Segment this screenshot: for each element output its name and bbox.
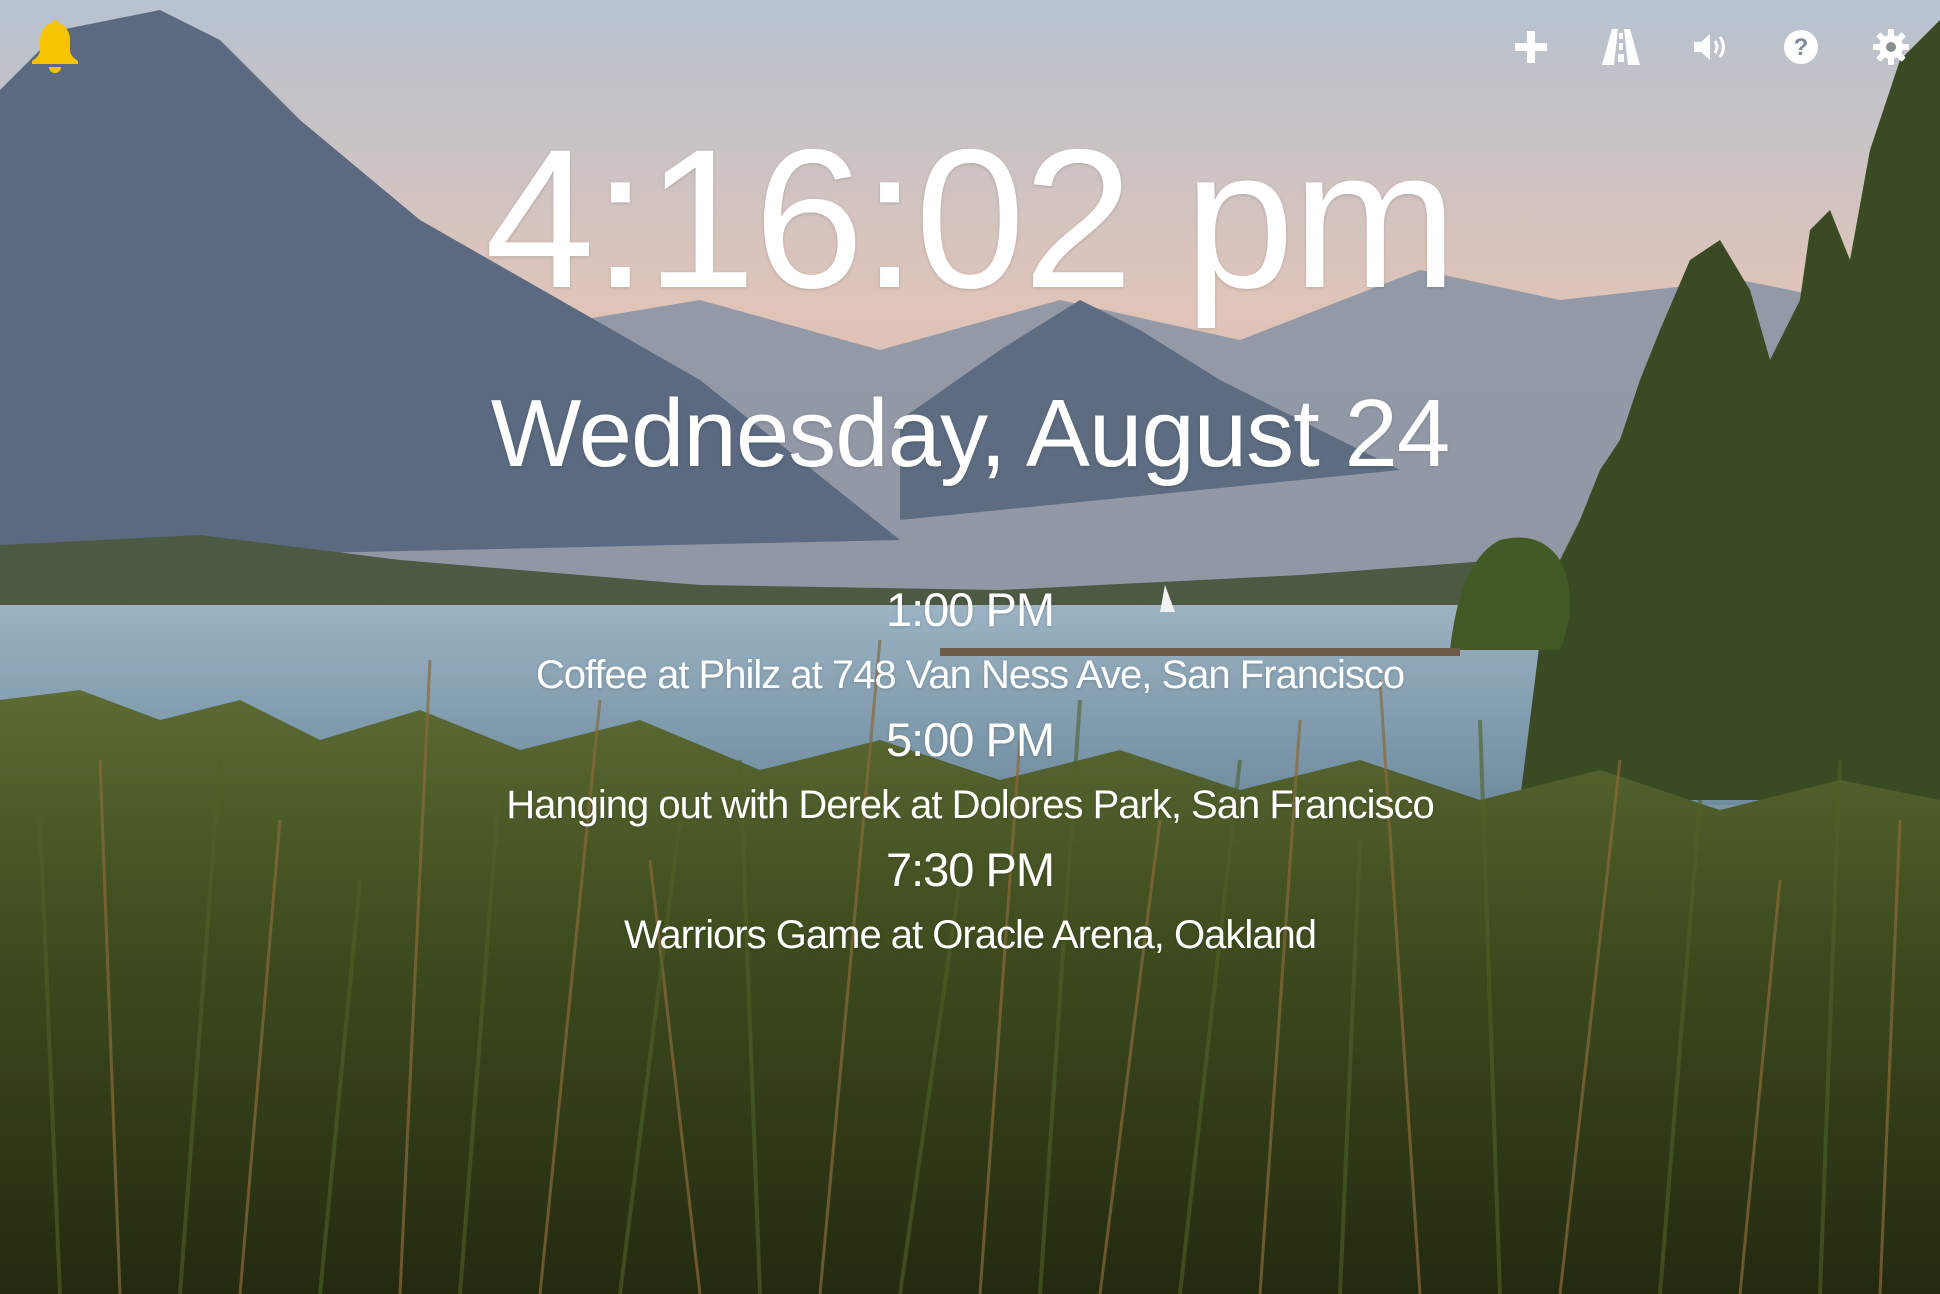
event-item[interactable]: 1:00 PM Coffee at Philz at 748 Van Ness … <box>0 578 1940 708</box>
bell-icon-svg <box>32 20 78 73</box>
screen: ? 4:16:02 pm Wednesday, August 24 1:00 P… <box>0 0 1940 1294</box>
gear-icon[interactable] <box>1868 24 1914 70</box>
volume-icon-svg <box>1694 34 1725 60</box>
clock-date: Wednesday, August 24 <box>490 380 1450 487</box>
clock-time: 4:16:02 pm <box>484 108 1458 329</box>
event-list: 1:00 PM Coffee at Philz at 748 Van Ness … <box>0 578 1940 968</box>
bell-icon[interactable] <box>28 16 82 74</box>
event-title: Coffee at Philz at 748 Van Ness Ave, San… <box>535 653 1405 697</box>
event-time: 7:30 PM <box>885 843 1055 896</box>
event-title: Warriors Game at Oracle Arena, Oakland <box>624 913 1317 957</box>
gear-icon-svg <box>1873 29 1909 65</box>
volume-icon[interactable] <box>1688 24 1734 70</box>
event-title: Hanging out with Derek at Dolores Park, … <box>506 783 1434 827</box>
event-time: 1:00 PM <box>885 583 1055 636</box>
event-time: 5:00 PM <box>885 713 1055 766</box>
help-icon[interactable]: ? <box>1778 24 1824 70</box>
top-toolbar: ? <box>1508 22 1914 72</box>
event-item[interactable]: 5:00 PM Hanging out with Derek at Dolore… <box>0 708 1940 838</box>
event-item[interactable]: 7:30 PM Warriors Game at Oracle Arena, O… <box>0 838 1940 968</box>
road-icon-svg <box>1602 29 1640 65</box>
plus-icon-svg <box>1515 31 1547 63</box>
help-icon-svg: ? <box>1784 30 1818 64</box>
road-icon[interactable] <box>1598 24 1644 70</box>
plus-icon[interactable] <box>1508 24 1554 70</box>
svg-text:?: ? <box>1794 34 1809 61</box>
